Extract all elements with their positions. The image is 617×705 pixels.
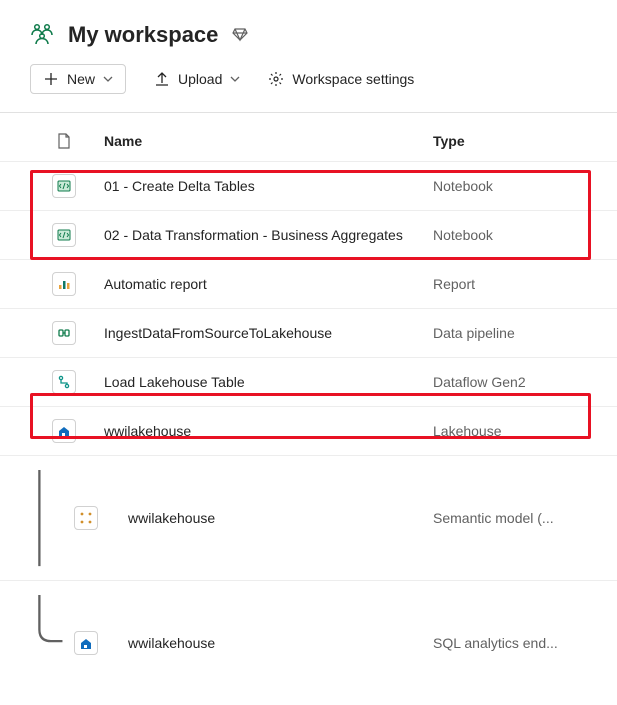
- workspace-title: My workspace: [68, 22, 218, 48]
- gear-icon: [268, 71, 284, 87]
- premium-diamond-icon: [232, 26, 248, 45]
- new-button[interactable]: New: [30, 64, 126, 94]
- item-name: wwilakehouse: [104, 423, 433, 439]
- table-row[interactable]: Automatic report Report: [0, 259, 617, 308]
- table-row[interactable]: Load Lakehouse Table Dataflow Gen2: [0, 357, 617, 406]
- report-icon: [52, 272, 76, 296]
- dataflow-icon: [52, 370, 76, 394]
- item-type: Report: [433, 276, 593, 292]
- item-name: wwilakehouse: [114, 510, 433, 526]
- document-icon: [24, 133, 104, 149]
- table-child-row[interactable]: wwilakehouse SQL analytics end...: [0, 580, 617, 705]
- item-type: SQL analytics end...: [433, 635, 593, 651]
- column-name-header[interactable]: Name: [104, 133, 433, 149]
- tree-line: [24, 591, 74, 695]
- item-name: Load Lakehouse Table: [104, 374, 433, 390]
- item-name: 02 - Data Transformation - Business Aggr…: [104, 227, 433, 243]
- table-child-row[interactable]: wwilakehouse Semantic model (...: [0, 455, 617, 580]
- item-name: 01 - Create Delta Tables: [104, 178, 433, 194]
- table-header: Name Type: [0, 113, 617, 161]
- new-button-label: New: [67, 71, 95, 87]
- workspace-items-table: Name Type 01 - Create Delta Tables Noteb…: [0, 113, 617, 705]
- notebook-icon: [52, 174, 76, 198]
- workspace-header: My workspace: [0, 0, 617, 60]
- item-name: wwilakehouse: [114, 635, 433, 651]
- table-row[interactable]: IngestDataFromSourceToLakehouse Data pip…: [0, 308, 617, 357]
- semantic-model-icon: [74, 506, 98, 530]
- item-name: Automatic report: [104, 276, 433, 292]
- tree-line: [24, 466, 74, 570]
- upload-button-label: Upload: [178, 71, 222, 87]
- item-type: Notebook: [433, 227, 593, 243]
- upload-icon: [154, 71, 170, 87]
- table-row[interactable]: 02 - Data Transformation - Business Aggr…: [0, 210, 617, 259]
- plus-icon: [43, 71, 59, 87]
- item-type: Lakehouse: [433, 423, 593, 439]
- item-type: Notebook: [433, 178, 593, 194]
- lakehouse-icon: [52, 419, 76, 443]
- item-type: Dataflow Gen2: [433, 374, 593, 390]
- workspace-toolbar: New Upload Workspace settings: [0, 60, 617, 113]
- group-icon: [30, 23, 54, 48]
- upload-button[interactable]: Upload: [154, 71, 240, 87]
- chevron-down-icon: [103, 71, 113, 87]
- sql-endpoint-icon: [74, 631, 98, 655]
- chevron-down-icon: [230, 71, 240, 87]
- table-row[interactable]: wwilakehouse Lakehouse: [0, 406, 617, 455]
- item-type: Data pipeline: [433, 325, 593, 341]
- workspace-settings-button[interactable]: Workspace settings: [268, 71, 414, 87]
- pipeline-icon: [52, 321, 76, 345]
- notebook-icon: [52, 223, 76, 247]
- item-type: Semantic model (...: [433, 510, 593, 526]
- table-row[interactable]: 01 - Create Delta Tables Notebook: [0, 161, 617, 210]
- settings-button-label: Workspace settings: [292, 71, 414, 87]
- item-name: IngestDataFromSourceToLakehouse: [104, 325, 433, 341]
- column-type-header[interactable]: Type: [433, 133, 593, 149]
